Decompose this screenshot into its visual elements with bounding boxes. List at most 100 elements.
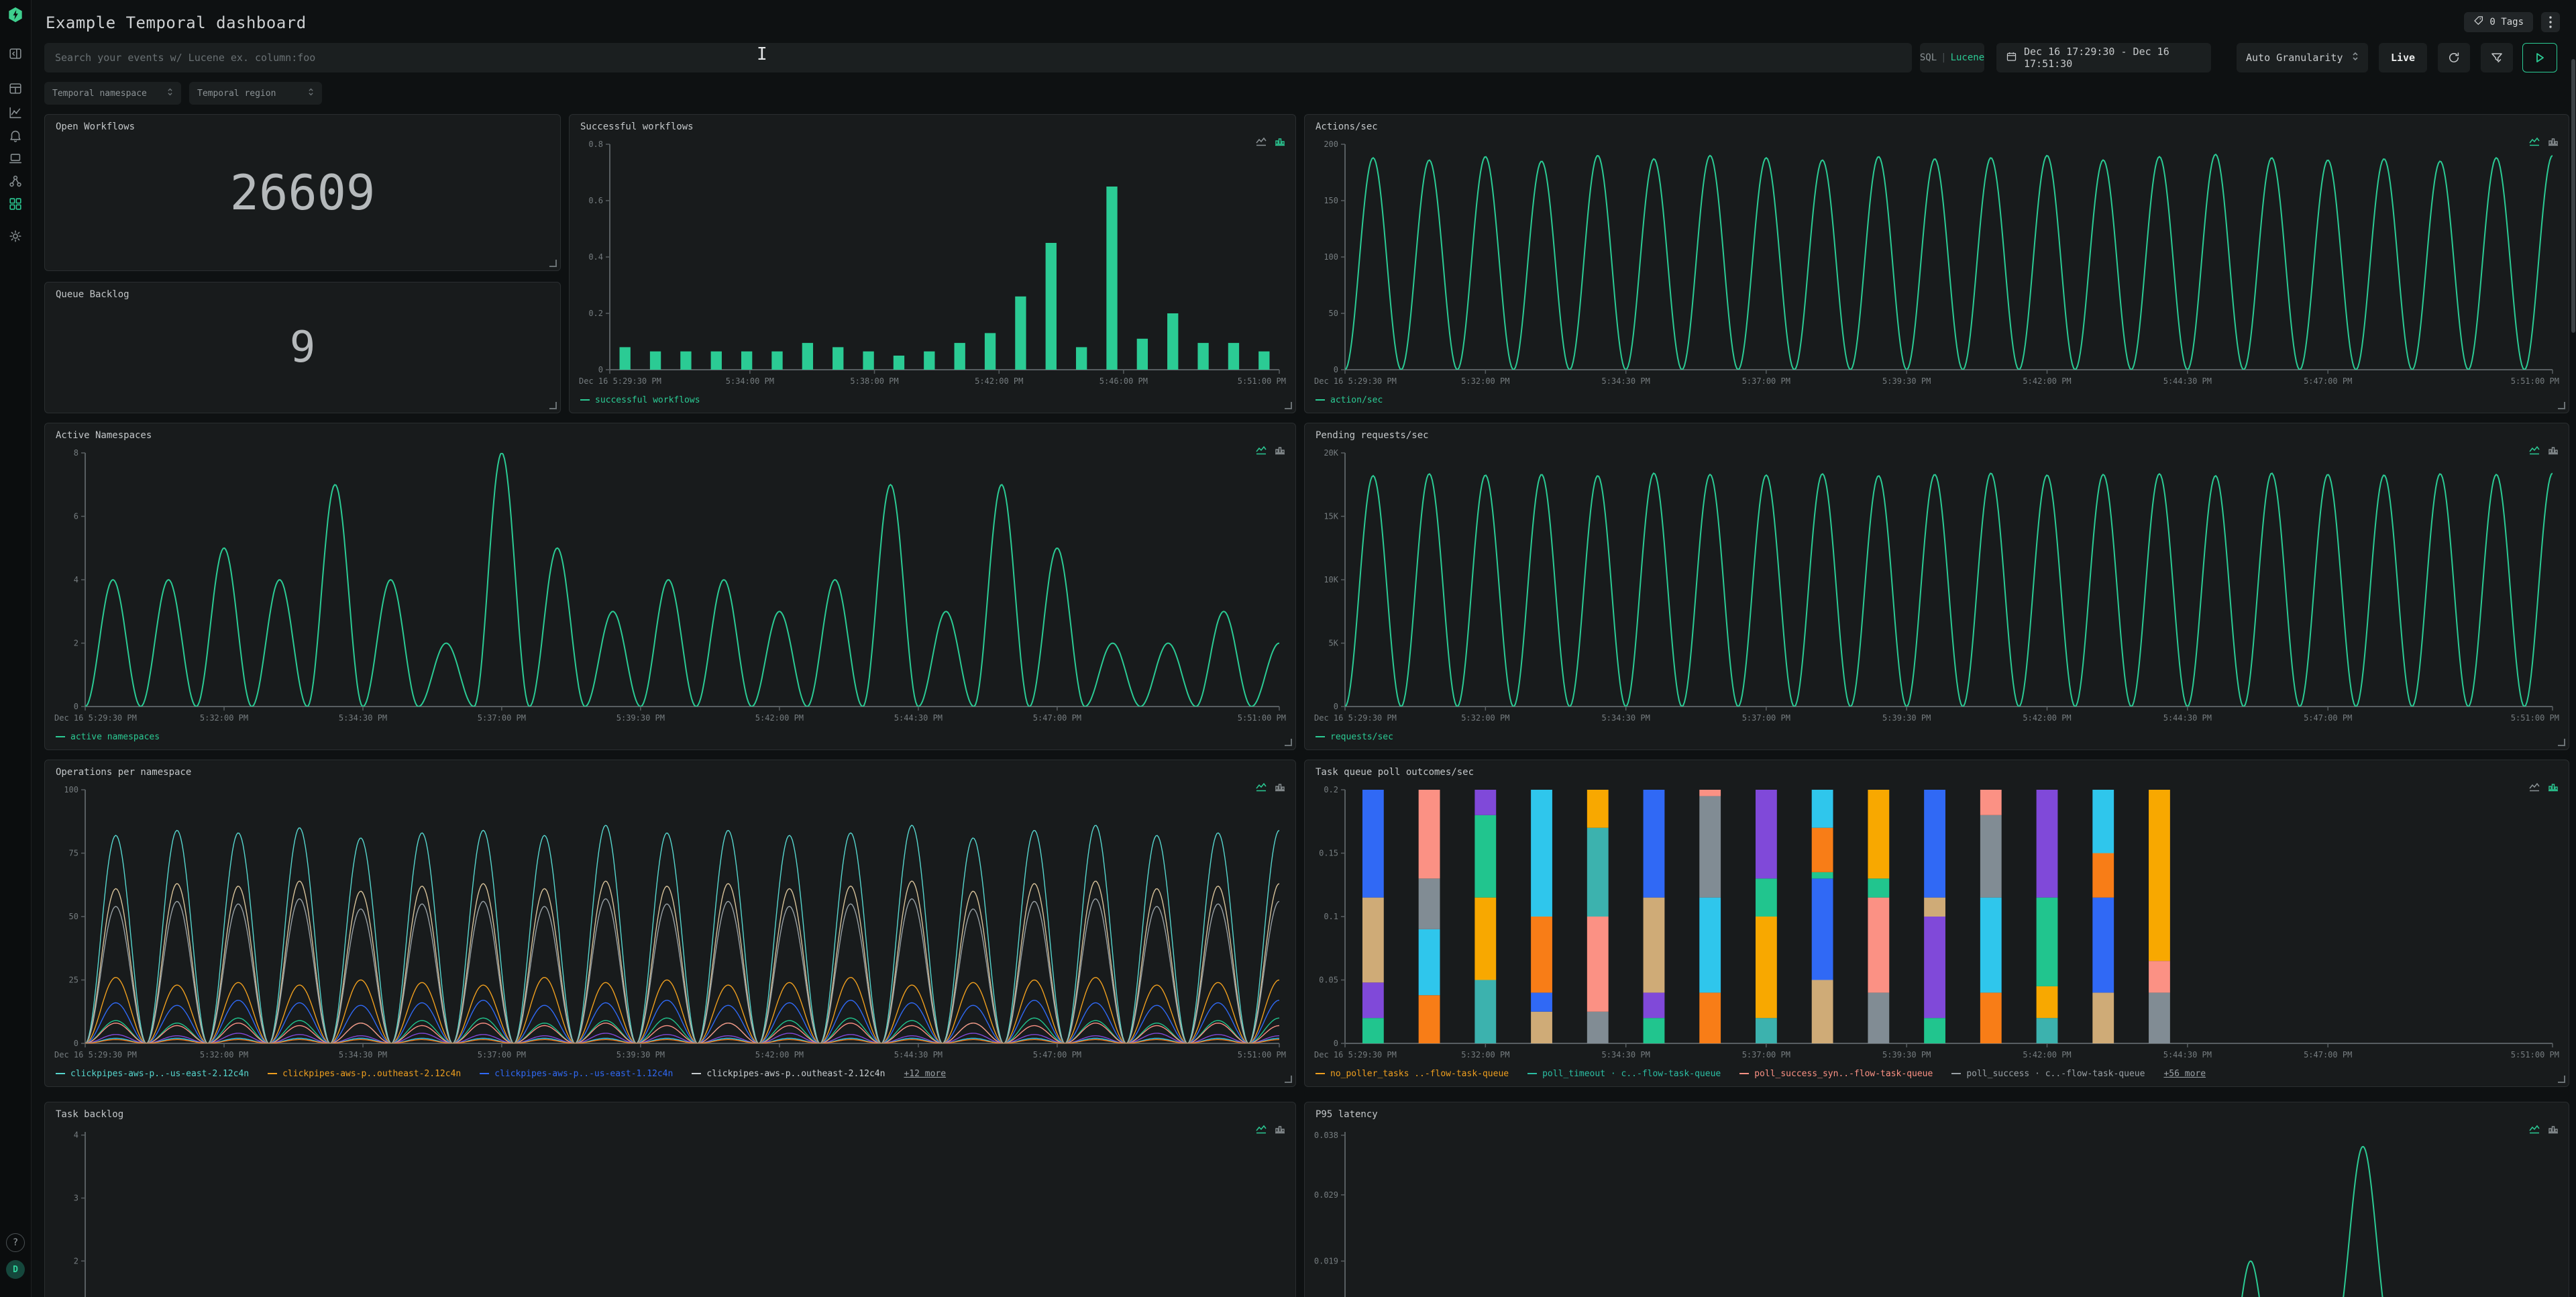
task-queue-polls-chart[interactable]: 00.050.10.150.2Dec 16 5:29:30 PM5:32:00 …: [1313, 783, 2561, 1063]
live-label: Live: [2391, 52, 2415, 64]
bar-chart-toggle-icon[interactable]: [1274, 445, 1286, 456]
area-chart-toggle-icon[interactable]: [1255, 136, 1267, 147]
legend-swatch: [692, 1073, 701, 1074]
svg-text:0: 0: [74, 1039, 78, 1048]
filter-chip-region[interactable]: Temporal region: [189, 82, 322, 105]
panel-title: Pending requests/sec: [1316, 430, 1429, 441]
legend-more-link[interactable]: +12 more: [904, 1069, 946, 1079]
svg-text:0.15: 0.15: [1319, 849, 1338, 858]
settings-gear-icon[interactable]: [7, 228, 23, 244]
area-chart-toggle-icon[interactable]: [1255, 782, 1267, 792]
legend-swatch: [1316, 399, 1325, 401]
svg-text:5:37:00 PM: 5:37:00 PM: [478, 713, 526, 723]
legend-item[interactable]: active namespaces: [56, 732, 160, 742]
collapse-sidebar-icon[interactable]: [7, 46, 23, 62]
p95-latency-chart[interactable]: 0.0380.0290.019: [1313, 1125, 2561, 1297]
metrics-icon[interactable]: [7, 105, 23, 121]
search-input[interactable]: [44, 43, 1912, 72]
bar-chart-toggle-icon[interactable]: [2547, 1124, 2559, 1135]
run-query-button[interactable]: [2522, 43, 2557, 72]
legend-swatch: [480, 1073, 489, 1074]
pending-requests-chart[interactable]: 05K10K15K20KDec 16 5:29:30 PM5:32:00 PM5…: [1313, 446, 2561, 727]
dashboards-icon[interactable]: [7, 196, 23, 212]
bar-chart-toggle-icon[interactable]: [1274, 136, 1286, 147]
legend-item[interactable]: no_poller_tasks ..-flow-task-queue: [1316, 1069, 1509, 1079]
query-mode-toggle[interactable]: SQL | Lucene: [1920, 43, 1984, 72]
legend-item[interactable]: action/sec: [1316, 395, 1383, 405]
legend-item[interactable]: poll_timeout · c..-flow-task-queue: [1527, 1069, 1721, 1079]
panel-resize-handle[interactable]: [2558, 739, 2565, 746]
panel-resize-handle[interactable]: [2558, 1076, 2565, 1083]
hosts-laptop-icon[interactable]: [7, 150, 23, 166]
task-backlog-chart[interactable]: 432: [53, 1125, 1287, 1297]
panel-resize-handle[interactable]: [1285, 739, 1292, 746]
svg-text:5:44:30 PM: 5:44:30 PM: [894, 713, 943, 723]
refresh-button[interactable]: [2438, 43, 2470, 72]
legend-item[interactable]: clickpipes-aws-p..-us-east-1.12c4n: [480, 1069, 673, 1079]
actions-sec-chart[interactable]: 050100150200Dec 16 5:29:30 PM5:32:00 PM5…: [1313, 138, 2561, 390]
app-logo[interactable]: [7, 7, 23, 23]
mode-sql-label[interactable]: SQL: [1920, 52, 1937, 63]
filter-chip-namespace[interactable]: Temporal namespace: [44, 82, 181, 105]
svg-text:0.2: 0.2: [1324, 785, 1338, 794]
legend-item[interactable]: clickpipes-aws-p..outheast-2.12c4n: [692, 1069, 885, 1079]
chart-type-toggle: [2528, 136, 2559, 147]
area-chart-toggle-icon[interactable]: [2528, 445, 2540, 456]
panel-resize-handle[interactable]: [1285, 402, 1292, 409]
page-title: Example Temporal dashboard: [46, 13, 307, 32]
legend-item[interactable]: poll_success · c..-flow-task-queue: [1951, 1069, 2145, 1079]
more-menu-button[interactable]: [2541, 12, 2560, 32]
svg-text:0.019: 0.019: [1314, 1256, 1338, 1265]
active-namespaces-chart[interactable]: 02468Dec 16 5:29:30 PM5:32:00 PM5:34:30 …: [53, 446, 1287, 727]
panel-resize-handle[interactable]: [2558, 402, 2565, 409]
area-chart-toggle-icon[interactable]: [2528, 782, 2540, 792]
svg-text:5:47:00 PM: 5:47:00 PM: [1033, 713, 1081, 723]
panel-resize-handle[interactable]: [549, 402, 557, 409]
live-button[interactable]: Live: [2379, 43, 2427, 72]
legend-item[interactable]: clickpipes-aws-p..-us-east-2.12c4n: [56, 1069, 249, 1079]
bar-chart-toggle-icon[interactable]: [1274, 1124, 1286, 1135]
bar-chart-toggle-icon[interactable]: [2547, 782, 2559, 792]
legend-label: poll_success_syn..-flow-task-queue: [1754, 1069, 1933, 1079]
legend-item[interactable]: successful workflows: [580, 395, 700, 405]
services-graph-icon[interactable]: [7, 173, 23, 189]
area-chart-toggle-icon[interactable]: [2528, 136, 2540, 147]
bar-chart-toggle-icon[interactable]: [1274, 782, 1286, 792]
bar-chart-toggle-icon[interactable]: [2547, 445, 2559, 456]
help-button[interactable]: ?: [6, 1233, 25, 1252]
area-chart-toggle-icon[interactable]: [2528, 1124, 2540, 1135]
legend-swatch: [56, 736, 65, 737]
user-avatar[interactable]: D: [6, 1260, 25, 1279]
chart-legend: action/sec: [1316, 393, 1383, 407]
panel-resize-handle[interactable]: [549, 260, 557, 267]
panel-title: Task queue poll outcomes/sec: [1316, 767, 1474, 778]
mode-lucene-label[interactable]: Lucene: [1951, 52, 1985, 63]
scrollbar-thumb[interactable]: [2571, 59, 2575, 333]
tags-button[interactable]: 0 Tags: [2464, 12, 2533, 32]
header-actions: 0 Tags: [2464, 12, 2560, 32]
alerts-bell-icon[interactable]: [7, 127, 23, 144]
granularity-select[interactable]: Auto Granularity: [2237, 43, 2368, 72]
bar-chart-toggle-icon[interactable]: [2547, 136, 2559, 147]
legend-item[interactable]: clickpipes-aws-p..outheast-2.12c4n: [268, 1069, 461, 1079]
tables-icon[interactable]: [7, 81, 23, 97]
legend-swatch: [1527, 1073, 1537, 1074]
chevron-updown-icon: [308, 87, 314, 99]
successful-workflows-chart[interactable]: 00.20.40.60.8Dec 16 5:29:30 PM5:34:00 PM…: [578, 138, 1287, 390]
filter-button[interactable]: [2481, 43, 2513, 72]
operations-namespace-chart[interactable]: 0255075100Dec 16 5:29:30 PM5:32:00 PM5:3…: [53, 783, 1287, 1063]
legend-label: requests/sec: [1330, 732, 1393, 742]
area-chart-toggle-icon[interactable]: [1255, 445, 1267, 456]
calendar-icon: [2006, 51, 2017, 65]
panel-p95-latency: P95 latency 0.0380.0290.019: [1304, 1102, 2569, 1297]
svg-text:5:34:30 PM: 5:34:30 PM: [339, 1050, 387, 1059]
legend-item[interactable]: requests/sec: [1316, 732, 1393, 742]
svg-text:5:39:30 PM: 5:39:30 PM: [1882, 376, 1931, 386]
panel-resize-handle[interactable]: [1285, 1076, 1292, 1083]
svg-text:5:37:00 PM: 5:37:00 PM: [1742, 713, 1790, 723]
date-range-picker[interactable]: Dec 16 17:29:30 - Dec 16 17:51:30: [1996, 43, 2211, 72]
legend-more-link[interactable]: +56 more: [2163, 1069, 2206, 1079]
legend-item[interactable]: poll_success_syn..-flow-task-queue: [1739, 1069, 1933, 1079]
area-chart-toggle-icon[interactable]: [1255, 1124, 1267, 1135]
svg-text:5:32:00 PM: 5:32:00 PM: [200, 713, 248, 723]
